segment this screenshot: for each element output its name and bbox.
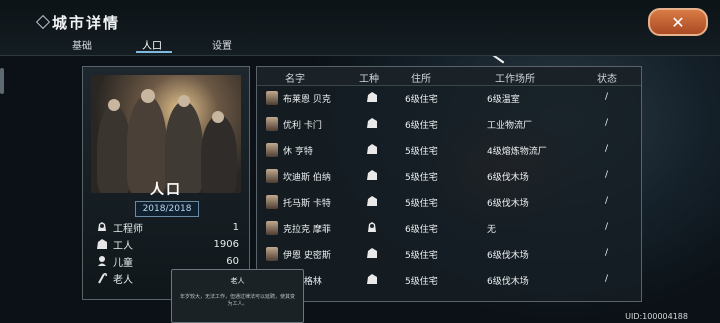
table-row[interactable]: 休 亨特 5级住宅 4级熔炼物流厂 / [257, 138, 641, 163]
citizen-avatar [266, 143, 278, 157]
tab-settings[interactable]: 设置 [212, 37, 282, 52]
citizen-avatar [266, 247, 278, 261]
citizen-home: 5级住宅 [405, 147, 438, 157]
group-name: 人口 [150, 182, 182, 198]
citizen-home: 5级住宅 [405, 173, 438, 183]
table-header: 名字 工种 住所 工作场所 状态 [257, 67, 641, 86]
table-row[interactable]: 克拉克 摩菲 6级住宅 无 / [257, 216, 641, 241]
citizen-home: 6级住宅 [405, 121, 438, 131]
table-row[interactable]: 优利 卡门 6级住宅 工业物流厂 / [257, 112, 641, 137]
citizen-workplace: 6级伐木场 [487, 277, 529, 287]
citizen-name: 布莱恩 贝克 [283, 95, 331, 105]
citizen-avatar [266, 91, 278, 105]
tab-basic[interactable]: 基础 [72, 37, 142, 52]
citizen-status: / [605, 222, 609, 232]
population-panel: 人口 2018/2018 工程师 1 工人 1906 儿童 60 老人 [82, 66, 250, 300]
col-status: 状态 [597, 74, 617, 85]
citizen-status: / [605, 170, 609, 180]
page-title: 城市详情 [52, 14, 121, 32]
worker-icon [365, 116, 379, 130]
worker-icon [365, 194, 379, 208]
citizen-home: 6级住宅 [405, 225, 438, 235]
col-workplace: 工作场所 [495, 74, 535, 85]
engineer-icon [365, 220, 379, 234]
child-icon [95, 255, 109, 267]
citizen-avatar [266, 221, 278, 235]
citizen-status: / [605, 118, 609, 128]
citizen-status: / [605, 144, 609, 154]
citizen-avatar [266, 117, 278, 131]
citizen-workplace: 6级伐木场 [487, 199, 529, 209]
side-handle[interactable] [0, 68, 4, 94]
citizen-workplace: 工业物流厂 [487, 121, 533, 131]
citizen-status: / [605, 248, 609, 258]
citizen-name: 坎迪斯 伯纳 [283, 173, 331, 183]
title-diamond-icon [35, 14, 51, 30]
table-row[interactable]: 坎迪斯 伯纳 5级住宅 6级伐木场 / [257, 164, 641, 189]
citizen-status: / [605, 274, 609, 284]
group-portrait [91, 75, 241, 193]
close-button[interactable]: ✕ [648, 8, 708, 36]
citizen-workplace: 6级温室 [487, 95, 520, 105]
engineer-icon [95, 221, 109, 233]
citizen-workplace: 无 [487, 225, 497, 235]
citizen-workplace: 4级熔炼物流厂 [487, 147, 547, 157]
tooltip-title: 老人 [230, 277, 245, 285]
citizen-name: 伊恩 史密斯 [283, 251, 331, 261]
col-home: 住所 [411, 74, 431, 85]
table-row[interactable]: 布莱恩 贝克 6级住宅 6级温室 / [257, 86, 641, 111]
stat-engineer: 工程师 1 [95, 219, 239, 235]
worker-icon [365, 168, 379, 182]
citizen-workplace: 6级伐木场 [487, 251, 529, 261]
col-name: 名字 [285, 74, 305, 85]
tab-bar: 基础 人口 设置 [72, 37, 282, 53]
citizen-home: 6级住宅 [405, 95, 438, 105]
tooltip-description: 年岁较大，无法工作，但通过律法可以延聘，使其变为工人。 [179, 294, 295, 307]
citizen-name: 优利 卡门 [283, 121, 322, 131]
citizen-name: 克拉克 摩菲 [283, 225, 331, 235]
close-x-icon: ✕ [671, 12, 685, 32]
stat-child: 儿童 60 [95, 253, 239, 269]
table-row[interactable]: …伊 格林5级住宅6级伐木场/ [257, 268, 641, 293]
citizen-home: 5级住宅 [405, 199, 438, 209]
citizen-avatar [266, 195, 278, 209]
elder-cane-icon [95, 272, 109, 284]
citizen-avatar [266, 169, 278, 183]
citizen-table: 名字 工种 住所 工作场所 状态 布莱恩 贝克 6级住宅 6级温室 / 优利 卡门 6级住… [256, 66, 642, 302]
table-row[interactable]: 托马斯 卡特 5级住宅 6级伐木场 / [257, 190, 641, 215]
worker-icon [365, 246, 379, 260]
population-count: 2018/2018 [135, 201, 199, 217]
worker-icon [365, 90, 379, 104]
citizen-home: 5级住宅 [405, 251, 438, 261]
citizen-status: / [605, 196, 609, 206]
uid-label: UID:100004188 [625, 312, 688, 321]
citizen-name: 休 亨特 [283, 147, 313, 157]
citizen-name: 托马斯 卡特 [283, 199, 331, 209]
citizen-workplace: 6级伐木场 [487, 173, 529, 183]
tab-population[interactable]: 人口 [136, 37, 212, 53]
elder-tooltip: 老人 年岁较大，无法工作，但通过律法可以延聘，使其变为工人。 [171, 269, 304, 323]
col-job: 工种 [359, 74, 379, 85]
table-row[interactable]: 伊恩 史密斯 5级住宅 6级伐木场 / [257, 242, 641, 267]
citizen-status: / [605, 92, 609, 102]
header-bar: 城市详情 基础 人口 设置 ✕ [0, 0, 720, 56]
worker-icon [365, 142, 379, 156]
citizen-home: 5级住宅 [405, 277, 438, 287]
worker-icon [95, 238, 109, 250]
stat-worker: 工人 1906 [95, 236, 239, 252]
worker-icon [365, 272, 379, 286]
